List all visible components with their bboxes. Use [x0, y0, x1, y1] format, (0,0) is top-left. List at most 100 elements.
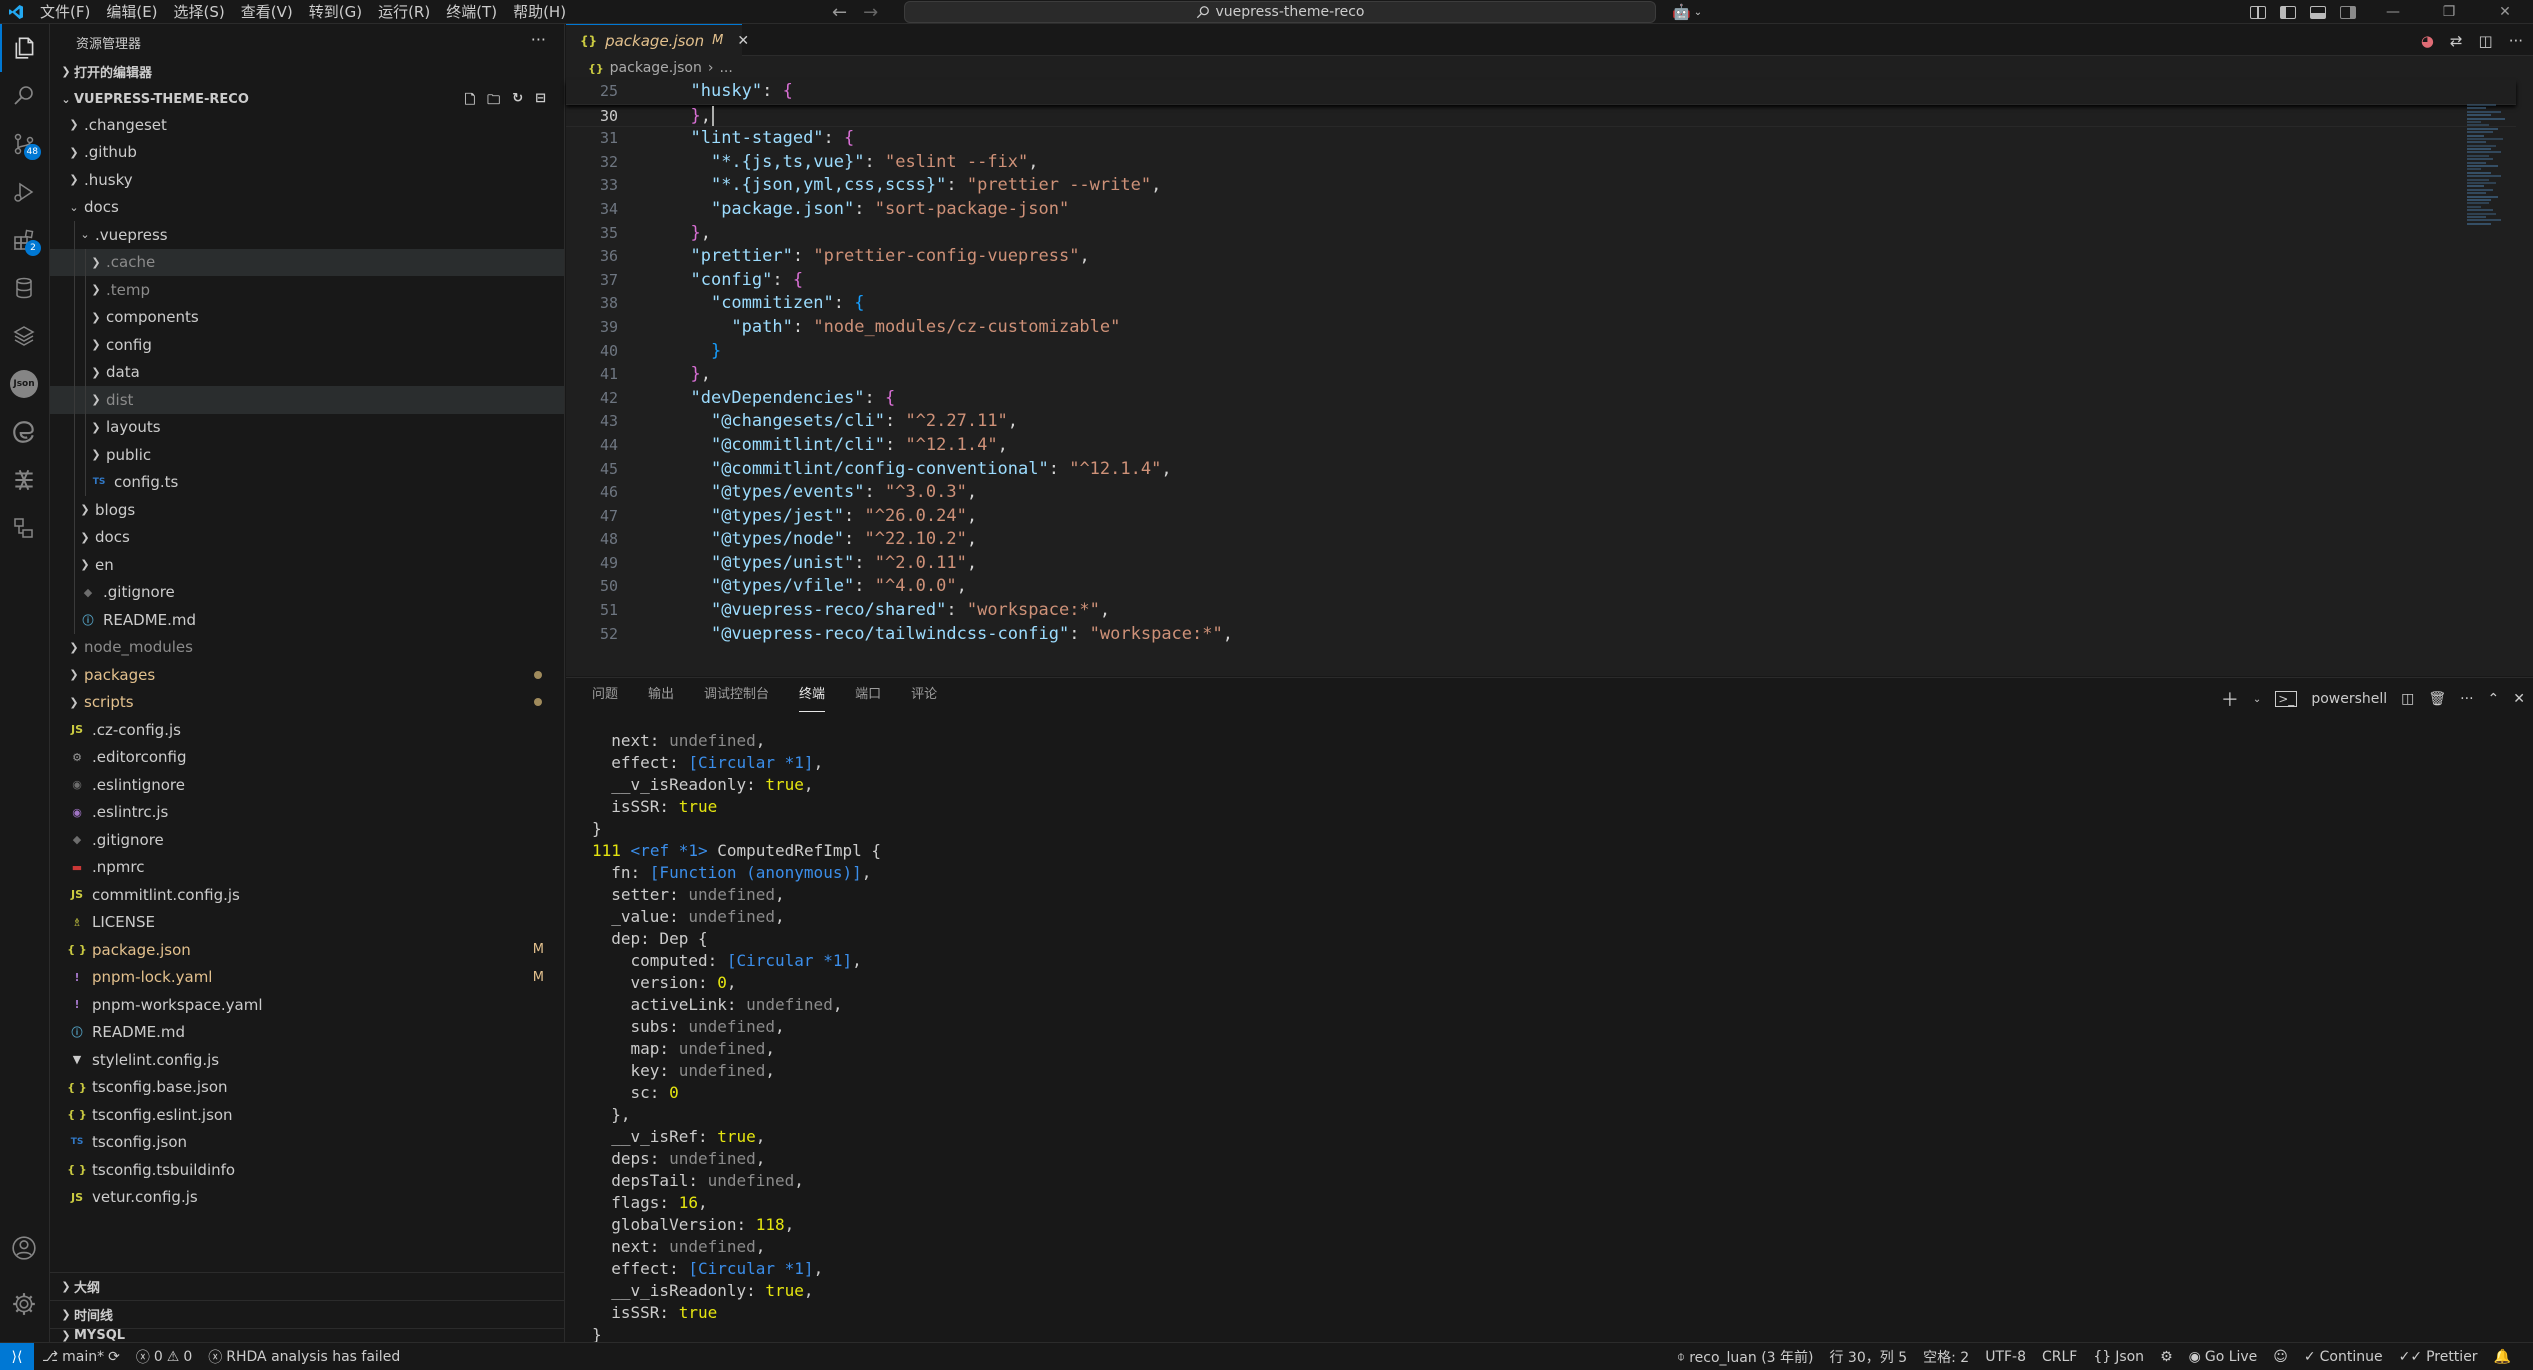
more-actions-icon[interactable]: ··· — [2509, 32, 2523, 50]
tree-item[interactable]: ❯ dist — [50, 386, 564, 414]
open-editors-section[interactable]: ❯ 打开的编辑器 — [50, 60, 564, 82]
tree-item[interactable]: JS .cz-config.js — [50, 716, 564, 744]
minimize-icon[interactable]: — — [2365, 0, 2421, 24]
kill-terminal-icon[interactable]: 🗑 — [2428, 691, 2446, 707]
close-panel-icon[interactable]: ✕ — [2513, 691, 2525, 707]
tree-item[interactable]: ❯ data — [50, 358, 564, 386]
menu-item[interactable]: 终端(T) — [438, 0, 505, 24]
language-mode[interactable]: {} Json — [2085, 1349, 2152, 1365]
restore-icon[interactable]: ❐ — [2421, 0, 2477, 24]
json-icon[interactable]: Json — [0, 360, 48, 408]
branch-status[interactable]: ⎇ main* ⟳ — [34, 1349, 128, 1365]
extensions-icon[interactable]: 2 — [0, 216, 48, 264]
copilot-menu[interactable]: 🤖 ⌄ — [1672, 0, 1702, 24]
new-file-icon[interactable]: 🗋 — [465, 91, 475, 113]
continue-button[interactable]: ✓ Continue — [2296, 1349, 2391, 1365]
tree-item[interactable]: ❯ packages — [50, 661, 564, 689]
tree-item[interactable]: ⚙ .editorconfig — [50, 744, 564, 772]
code-editor[interactable]: 25 "husky": {30 }, 31 "lint-staged": {32 … — [566, 80, 2516, 652]
tree-item[interactable]: ! pnpm-lock.yaml M — [50, 964, 564, 992]
mysql-section[interactable]: ❯ MYSQL — [50, 1328, 565, 1343]
shell-name[interactable]: powershell — [2311, 691, 2387, 707]
menu-item[interactable]: 选择(S) — [166, 0, 233, 24]
panel-tab[interactable]: 端口 — [855, 678, 881, 712]
panel-tab[interactable]: 终端 — [799, 678, 826, 712]
panel-tab[interactable]: 评论 — [911, 678, 937, 712]
tree-item[interactable]: ♗ LICENSE — [50, 909, 564, 937]
rhda-status[interactable]: ⓧ RHDA analysis has failed — [200, 1347, 408, 1367]
menu-item[interactable]: 编辑(E) — [98, 0, 165, 24]
tree-item[interactable]: { } tsconfig.eslint.json — [50, 1101, 564, 1129]
maximize-panel-icon[interactable]: ⌃ — [2488, 691, 2500, 707]
tree-item[interactable]: ❯ blogs — [50, 496, 564, 524]
tree-item[interactable]: ❯ layouts — [50, 413, 564, 441]
breadcrumb-more[interactable]: ... — [719, 60, 732, 76]
tree-item[interactable]: ▼ stylelint.config.js — [50, 1046, 564, 1074]
new-folder-icon[interactable]: 🗀 — [487, 91, 500, 113]
tree-item[interactable]: ◉ .eslintignore — [50, 771, 564, 799]
tree-item[interactable]: ❯ components — [50, 303, 564, 331]
tree-item[interactable]: ❯ .github — [50, 139, 564, 167]
compare-changes-icon[interactable]: ⇄ — [2450, 32, 2463, 50]
problems-status[interactable]: ⓧ 0 ⚠ 0 — [128, 1347, 200, 1367]
git-graph-icon[interactable] — [0, 456, 48, 504]
prettier-status[interactable]: ✓✓ Prettier — [2391, 1349, 2486, 1365]
breadcrumb-file[interactable]: package.json — [610, 60, 702, 76]
run-debug-icon[interactable] — [0, 168, 48, 216]
tree-item[interactable]: ⌄ .vuepress — [50, 221, 564, 249]
remote-explorer-icon[interactable] — [0, 504, 48, 552]
panel-tab[interactable]: 输出 — [648, 678, 674, 712]
tree-item[interactable]: ❯ .temp — [50, 276, 564, 304]
refresh-icon[interactable]: ↻ — [512, 91, 523, 113]
copilot-status-icon[interactable]: ⚙ — [2152, 1349, 2181, 1365]
menu-item[interactable]: 查看(V) — [233, 0, 301, 24]
tree-item[interactable]: ◉ .eslintrc.js — [50, 799, 564, 827]
timeline-section[interactable]: ❯ 时间线 — [50, 1300, 565, 1328]
forward-arrow-icon[interactable]: → — [863, 2, 878, 23]
menu-item[interactable]: 文件(F) — [32, 0, 98, 24]
account-icon[interactable] — [0, 1224, 48, 1272]
tree-item[interactable]: ❯ .changeset — [50, 111, 564, 139]
tree-item[interactable]: JS vetur.config.js — [50, 1184, 564, 1212]
collapse-all-icon[interactable]: ⊟ — [535, 91, 546, 113]
manage-gear-icon[interactable] — [0, 1280, 48, 1328]
tree-item[interactable]: ⌄ docs — [50, 194, 564, 222]
indentation[interactable]: 空格: 2 — [1915, 1347, 1977, 1367]
tree-item[interactable]: ❯ en — [50, 551, 564, 579]
tree-item[interactable]: ❯ docs — [50, 523, 564, 551]
cursor-position[interactable]: 行 30，列 5 — [1821, 1347, 1915, 1367]
menu-item[interactable]: 帮助(H) — [505, 0, 574, 24]
go-live-button[interactable]: ◉ Go Live — [2181, 1349, 2266, 1365]
search-view-icon[interactable] — [0, 72, 48, 120]
menu-item[interactable]: 运行(R) — [370, 0, 438, 24]
terminal-output[interactable]: next: undefined, effect: [Circular *1], … — [592, 730, 881, 1346]
panel-tab[interactable]: 调试控制台 — [704, 678, 769, 712]
remote-indicator-icon[interactable]: ⟩⟨ — [0, 1342, 34, 1370]
more-actions-icon[interactable]: ··· — [2460, 691, 2473, 707]
tab-package-json[interactable]: {} package.json M ✕ — [566, 24, 749, 56]
tree-item[interactable]: { } package.json M — [50, 936, 564, 964]
more-actions-icon[interactable]: ··· — [531, 30, 546, 49]
tree-item[interactable]: ❯ .cache — [50, 248, 564, 276]
tree-item[interactable]: ❯ .husky — [50, 166, 564, 194]
outline-section[interactable]: ❯ 大纲 — [50, 1272, 565, 1300]
toggle-panel-icon[interactable] — [2310, 5, 2326, 19]
encoding[interactable]: UTF-8 — [1977, 1349, 2034, 1365]
new-terminal-icon[interactable]: ＋ — [2221, 686, 2239, 712]
tree-item[interactable]: JS commitlint.config.js — [50, 881, 564, 909]
tree-item[interactable]: TS tsconfig.json — [50, 1129, 564, 1157]
toggle-primary-sidebar-icon[interactable] — [2280, 5, 2296, 19]
edge-icon[interactable] — [0, 408, 48, 456]
tree-item[interactable]: ❯ config — [50, 331, 564, 359]
tree-item[interactable]: TS config.ts — [50, 468, 564, 496]
workspace-root-section[interactable]: ⌄ VUEPRESS-THEME-RECO 🗋 🗀 ↻ ⊟ — [50, 88, 564, 110]
source-control-icon[interactable]: 48 — [0, 120, 48, 168]
menu-item[interactable]: 转到(G) — [301, 0, 370, 24]
layers-icon[interactable] — [0, 312, 48, 360]
tree-item[interactable]: ⓘ README.md — [50, 1019, 564, 1047]
tree-item[interactable]: ⓘ README.md — [50, 606, 564, 634]
close-window-icon[interactable]: ✕ — [2477, 0, 2533, 24]
chevron-down-icon[interactable]: ⌄ — [2253, 694, 2261, 705]
split-editor-icon[interactable]: ◫ — [2479, 32, 2493, 50]
minimap[interactable] — [2467, 104, 2515, 264]
